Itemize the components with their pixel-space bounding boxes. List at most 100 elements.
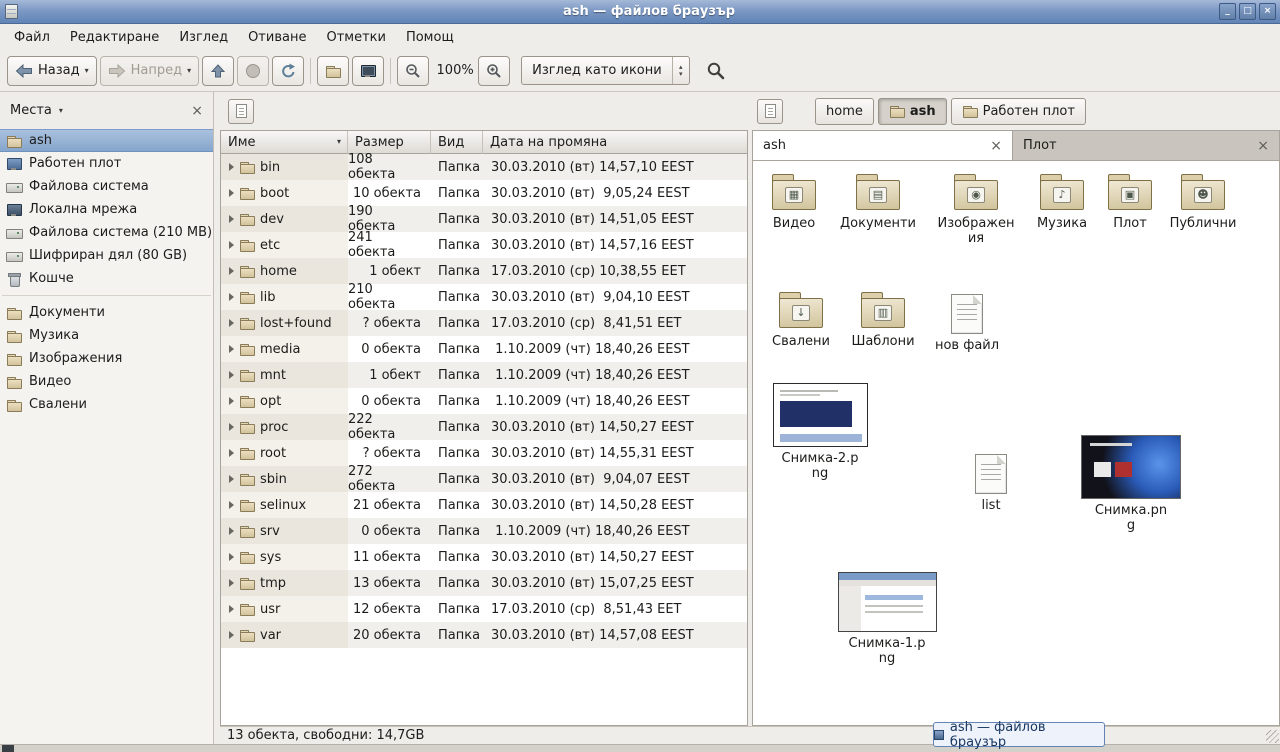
sidebar-mode-select[interactable]: Места ▾ (10, 103, 63, 118)
expander-icon[interactable] (229, 215, 234, 223)
sidebar-item[interactable]: Файлова система (0, 175, 213, 198)
sidebar-item[interactable]: Изображения (0, 347, 213, 370)
table-row[interactable]: lib210 обектаПапка30.03.2010 (вт) 9,04,1… (221, 284, 747, 310)
tab-close-icon[interactable]: × (1249, 138, 1269, 154)
expander-icon[interactable] (229, 475, 234, 483)
column-header[interactable]: Дата на промяна (483, 131, 747, 154)
icon-view-item[interactable]: list (946, 454, 1036, 513)
table-row[interactable]: opt0 обектаПапка 1.10.2009 (чт) 18,40,26… (221, 388, 747, 414)
column-header[interactable]: Име▾ (221, 131, 348, 154)
menu-item[interactable]: Файл (4, 26, 60, 49)
location-toggle-button[interactable] (228, 99, 254, 124)
table-row[interactable]: mnt1 обектПапка 1.10.2009 (чт) 18,40,26 … (221, 362, 747, 388)
table-row[interactable]: dev190 обектаПапка30.03.2010 (вт) 14,51,… (221, 206, 747, 232)
table-row[interactable]: sbin272 обектаПапка30.03.2010 (вт) 9,04,… (221, 466, 747, 492)
table-row[interactable]: bin108 обектаПапка30.03.2010 (вт) 14,57,… (221, 154, 747, 180)
expander-icon[interactable] (229, 501, 234, 509)
icon-view-item[interactable]: Снимка.png (1079, 435, 1183, 533)
tab-Плот[interactable]: Плот× (1013, 131, 1279, 160)
home-button[interactable] (317, 56, 349, 86)
sidebar-item[interactable]: Шифриран дял (80 GB) (0, 244, 213, 267)
menu-item[interactable]: Отметки (316, 26, 395, 49)
icon-view-item[interactable]: Снимка-2.png (768, 383, 872, 481)
resize-grip[interactable] (1266, 730, 1279, 743)
minimize-button[interactable]: _ (1219, 3, 1236, 20)
tab-close-icon[interactable]: × (982, 138, 1002, 154)
table-row[interactable]: sys11 обектаПапка30.03.2010 (вт) 14,50,2… (221, 544, 747, 570)
table-row[interactable]: tmp13 обектаПапка30.03.2010 (вт) 15,07,2… (221, 570, 747, 596)
table-row[interactable]: home1 обектПапка17.03.2010 (ср) 10,38,55… (221, 258, 747, 284)
search-button[interactable] (700, 56, 732, 86)
expander-icon[interactable] (229, 163, 234, 171)
expander-icon[interactable] (229, 423, 234, 431)
path-button[interactable]: ash (878, 98, 947, 125)
menu-item[interactable]: Отиване (238, 26, 316, 49)
edit-location-button[interactable] (757, 99, 783, 124)
expander-icon[interactable] (229, 293, 234, 301)
icon-view-item[interactable]: ↓Свалени (756, 290, 846, 349)
table-row[interactable]: lost+found? обектаПапка17.03.2010 (ср) 8… (221, 310, 747, 336)
expander-icon[interactable] (229, 319, 234, 327)
table-row[interactable]: usr12 обектаПапка17.03.2010 (ср) 8,51,43… (221, 596, 747, 622)
sidebar-item[interactable]: Кошче (0, 267, 213, 290)
expander-icon[interactable] (229, 241, 234, 249)
menu-item[interactable]: Редактиране (60, 26, 169, 49)
expander-icon[interactable] (229, 527, 234, 535)
sidebar-close-button[interactable]: × (191, 103, 203, 119)
icon-view-item[interactable]: ☻Публични (1158, 172, 1248, 231)
sidebar-item[interactable]: Работен плот (0, 152, 213, 175)
zoom-in-button[interactable] (478, 56, 510, 86)
table-row[interactable]: selinux21 обектаПапка30.03.2010 (вт) 14,… (221, 492, 747, 518)
expander-icon[interactable] (229, 345, 234, 353)
table-row[interactable]: etc241 обектаПапка30.03.2010 (вт) 14,57,… (221, 232, 747, 258)
zoom-out-button[interactable] (397, 56, 429, 86)
titlebar[interactable]: ash — файлов браузър _ □ × (0, 0, 1280, 24)
expander-icon[interactable] (229, 631, 234, 639)
icon-view-item[interactable]: нов файл (922, 294, 1012, 353)
sidebar-item[interactable]: Видео (0, 370, 213, 393)
path-button[interactable]: home (815, 98, 874, 125)
sidebar-item[interactable]: Локална мрежа (0, 198, 213, 221)
expander-icon[interactable] (229, 371, 234, 379)
forward-button[interactable]: Напред ▾ (100, 56, 200, 86)
expander-icon[interactable] (229, 605, 234, 613)
sidebar-item[interactable]: Документи (0, 301, 213, 324)
reload-button[interactable] (272, 56, 304, 86)
menu-item[interactable]: Изглед (169, 26, 238, 49)
column-header[interactable]: Вид (431, 131, 483, 154)
sidebar-item[interactable]: ash (0, 129, 213, 152)
tab-ash[interactable]: ash× (753, 131, 1013, 160)
maximize-button[interactable]: □ (1239, 3, 1256, 20)
table-row[interactable]: var20 обектаПапка30.03.2010 (вт) 14,57,0… (221, 622, 747, 648)
view-mode-select[interactable]: Изглед като икони ▴▾ (521, 56, 690, 85)
menu-item[interactable]: Помощ (396, 26, 464, 49)
sidebar-item[interactable]: Музика (0, 324, 213, 347)
table-row[interactable]: media0 обектаПапка 1.10.2009 (чт) 18,40,… (221, 336, 747, 362)
expander-icon[interactable] (229, 579, 234, 587)
expander-icon[interactable] (229, 553, 234, 561)
stop-button[interactable] (237, 56, 269, 86)
icon-view-item[interactable]: ▥Шаблони (838, 290, 928, 349)
table-row[interactable]: proc222 обектаПапка30.03.2010 (вт) 14,50… (221, 414, 747, 440)
up-button[interactable] (202, 56, 234, 86)
expander-icon[interactable] (229, 189, 234, 197)
table-row[interactable]: boot10 обектаПапка30.03.2010 (вт) 9,05,2… (221, 180, 747, 206)
close-button[interactable]: × (1259, 3, 1276, 20)
computer-button[interactable] (352, 56, 384, 86)
icon-view-item[interactable]: Снимка-1.png (835, 572, 939, 666)
icon-view-item[interactable]: ▦Видео (752, 172, 839, 231)
table-row[interactable]: srv0 обектаПапка 1.10.2009 (чт) 18,40,26… (221, 518, 747, 544)
icon-view-item[interactable]: ▤Документи (833, 172, 923, 231)
icon-view[interactable]: ▦Видео▤Документи◉Изображения♪Музика▣Плот… (752, 160, 1280, 726)
column-header[interactable]: Размер (348, 131, 431, 154)
path-button[interactable]: Работен плот (951, 98, 1086, 125)
taskbar-window-button[interactable]: ash — файлов браузър (933, 722, 1105, 747)
sidebar-item[interactable]: Свалени (0, 393, 213, 416)
expander-icon[interactable] (229, 397, 234, 405)
sidebar-item[interactable]: Файлова система (210 MB) (0, 221, 213, 244)
icon-view-item[interactable]: ◉Изображения (931, 172, 1021, 246)
expander-icon[interactable] (229, 267, 234, 275)
panel-menu-icon[interactable] (2, 745, 14, 752)
table-row[interactable]: root? обектаПапка30.03.2010 (вт) 14,55,3… (221, 440, 747, 466)
expander-icon[interactable] (229, 449, 234, 457)
